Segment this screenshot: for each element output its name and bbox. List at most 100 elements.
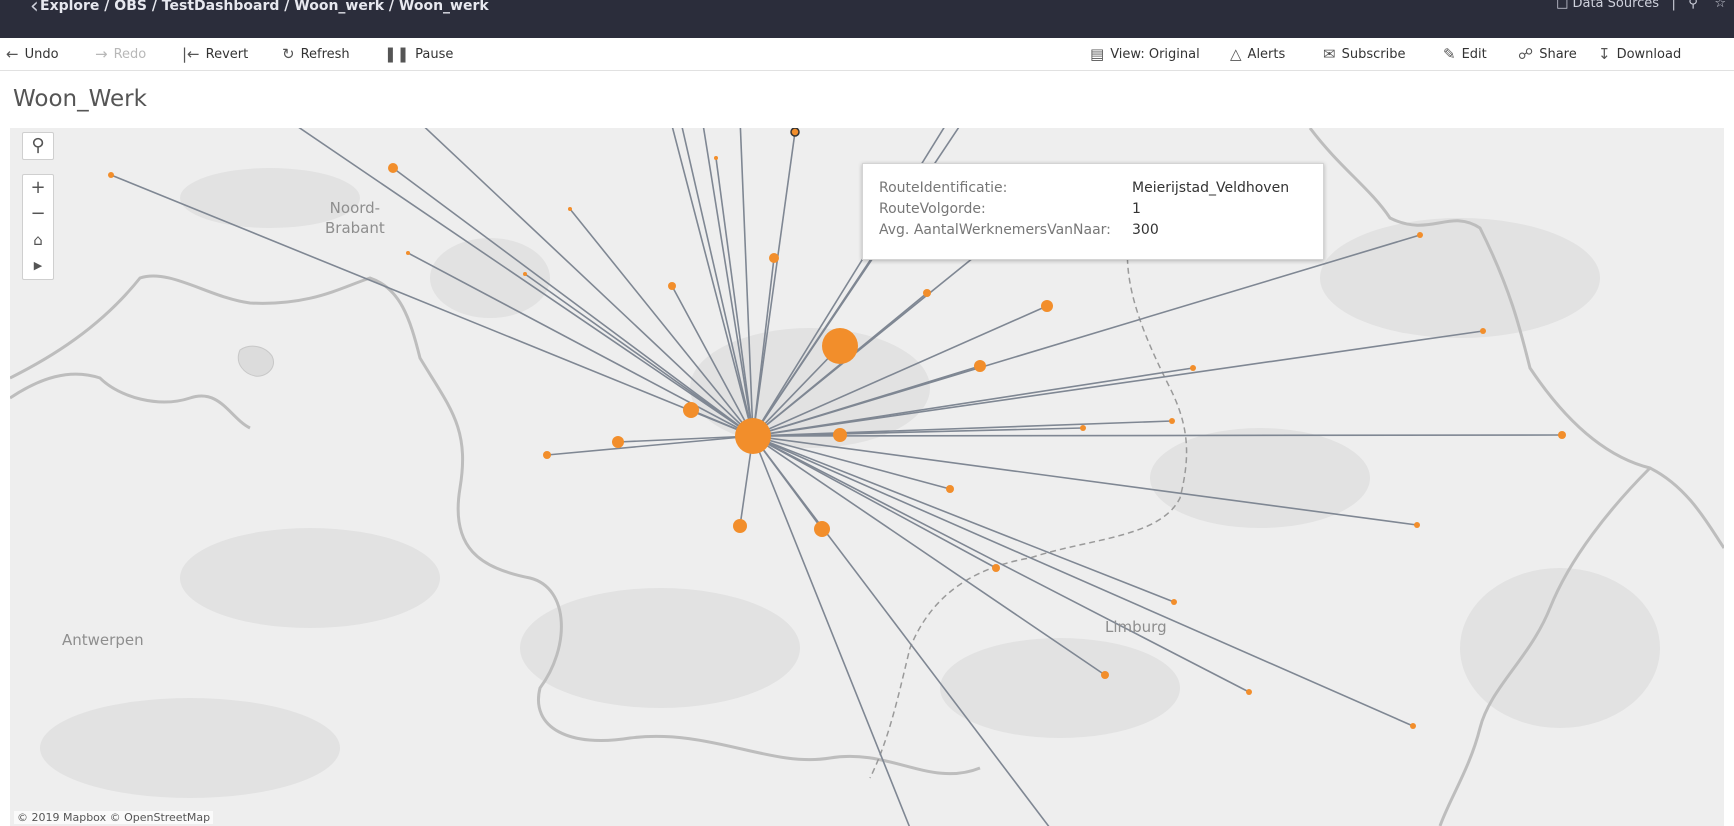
mail-plus-icon: ✉ — [1323, 45, 1336, 63]
route-line[interactable] — [407, 252, 754, 437]
tooltip-row: RouteIdentificatie: Meierijstad_Veldhoven — [879, 180, 1289, 196]
revert-icon: |← — [182, 45, 200, 63]
share-button[interactable]: ☍ Share — [1518, 45, 1577, 63]
favorite-star-icon[interactable]: ☆ — [1714, 0, 1726, 11]
route-marker[interactable] — [1410, 723, 1416, 729]
tooltip-value: Meierijstad_Veldhoven — [1132, 180, 1290, 196]
download-icon: ↧ — [1598, 45, 1611, 63]
route-marker[interactable] — [1414, 522, 1420, 528]
data-sources-button[interactable]: □ Data Sources | ⚲ ☆ — [1556, 0, 1726, 11]
route-line[interactable] — [752, 435, 1106, 676]
route-marker[interactable] — [814, 521, 830, 537]
top-navigation-bar: ‹ Explore / OBS / TestDashboard / Woon_w… — [0, 0, 1734, 38]
view-label: View: Original — [1110, 46, 1200, 62]
bell-icon: △ — [1230, 45, 1242, 63]
route-line[interactable] — [546, 435, 754, 456]
route-marker[interactable] — [568, 207, 572, 211]
refresh-icon: ↻ — [282, 45, 295, 63]
route-marker[interactable] — [833, 428, 847, 442]
share-label: Share — [1539, 46, 1577, 62]
route-marker[interactable] — [822, 328, 858, 364]
route-marker[interactable] — [946, 485, 954, 493]
route-marker[interactable] — [388, 163, 398, 173]
undo-button[interactable]: ← Undo — [6, 45, 59, 63]
route-line[interactable] — [617, 435, 754, 443]
map-label-antwerpen: Antwerpen — [62, 631, 144, 649]
pause-button[interactable]: ❚❚ Pause — [384, 45, 453, 63]
route-marker[interactable] — [1171, 599, 1177, 605]
back-arrow-icon[interactable]: ‹ — [30, 0, 39, 19]
revert-label: Revert — [205, 46, 249, 62]
pause-icon: ❚❚ — [384, 45, 410, 63]
route-marker[interactable] — [923, 289, 931, 297]
refresh-label: Refresh — [300, 46, 350, 62]
download-label: Download — [1616, 46, 1682, 62]
tooltip-row: RouteVolgorde: 1 — [879, 201, 1141, 217]
route-marker[interactable] — [1169, 418, 1175, 424]
route-marker[interactable] — [406, 251, 410, 255]
alerts-label: Alerts — [1247, 46, 1286, 62]
route-marker[interactable] — [733, 519, 747, 533]
route-marker[interactable] — [523, 272, 527, 276]
terrain-shading — [40, 168, 1660, 798]
search-icon[interactable]: ⚲ — [1688, 0, 1698, 11]
alerts-button[interactable]: △ Alerts — [1230, 45, 1285, 63]
zoom-in-icon[interactable]: + — [23, 175, 53, 201]
subscribe-button[interactable]: ✉ Subscribe — [1323, 45, 1405, 63]
route-line[interactable] — [752, 434, 1563, 437]
view-original-button[interactable]: ▤ View: Original — [1090, 45, 1200, 63]
route-marker[interactable] — [974, 360, 986, 372]
route-marker[interactable] — [683, 402, 699, 418]
breadcrumb[interactable]: Explore / OBS / TestDashboard / Woon_wer… — [40, 0, 489, 14]
route-line[interactable] — [752, 435, 997, 569]
route-marker[interactable] — [1080, 425, 1086, 431]
route-marker[interactable] — [668, 282, 676, 290]
pause-label: Pause — [415, 46, 454, 62]
tooltip-value: 1 — [1132, 201, 1141, 217]
route-marker[interactable] — [1480, 328, 1486, 334]
map-attribution[interactable]: © 2019 Mapbox © OpenStreetMap — [14, 811, 214, 824]
map-search-button[interactable]: ⚲ — [22, 132, 54, 160]
route-marker[interactable] — [1558, 431, 1566, 439]
undo-label: Undo — [24, 46, 59, 62]
route-line[interactable] — [569, 208, 754, 437]
hub-marker[interactable] — [735, 418, 771, 454]
route-marker[interactable] — [769, 253, 779, 263]
data-sources-label: Data Sources — [1572, 0, 1660, 11]
share-icon: ☍ — [1518, 45, 1534, 63]
home-icon[interactable]: ⌂ — [23, 227, 53, 253]
redo-button[interactable]: → Redo — [95, 45, 146, 63]
download-button[interactable]: ↧ Download — [1598, 45, 1681, 63]
refresh-button[interactable]: ↻ Refresh — [282, 45, 350, 63]
tooltip-row: Avg. AantalWerknemersVanNaar: 300 — [879, 222, 1159, 238]
subscribe-label: Subscribe — [1341, 46, 1406, 62]
revert-button[interactable]: |← Revert — [182, 45, 248, 63]
selected-route-marker[interactable] — [790, 128, 800, 137]
viz-toolbar: ← Undo → Redo |← Revert ↻ Refresh ❚❚ Pause ▤ V… — [0, 38, 1734, 71]
redo-label: Redo — [113, 46, 147, 62]
search-icon: ⚲ — [31, 135, 45, 156]
route-marker[interactable] — [543, 451, 551, 459]
route-marker[interactable] — [612, 436, 624, 448]
mark-tooltip: RouteIdentificatie: Meierijstad_Veldhoven… — [862, 163, 1324, 260]
tooltip-key: RouteIdentificatie: — [879, 180, 1008, 196]
route-marker[interactable] — [1417, 232, 1423, 238]
map-label-noord-brabant: Noord- Brabant — [325, 199, 385, 237]
route-marker[interactable] — [1190, 365, 1196, 371]
redo-arrow-icon: → — [95, 45, 108, 63]
undo-arrow-icon: ← — [6, 45, 19, 63]
map-zoom-controls: + − ⌂ ▶ — [22, 174, 54, 280]
play-icon[interactable]: ▶ — [23, 253, 53, 279]
route-marker[interactable] — [714, 156, 718, 160]
route-marker[interactable] — [1101, 671, 1109, 679]
route-marker[interactable] — [992, 564, 1000, 572]
edit-button[interactable]: ✎ Edit — [1443, 45, 1487, 63]
zoom-out-icon[interactable]: − — [23, 201, 53, 227]
pencil-icon: ✎ — [1443, 45, 1456, 63]
view-chart-icon: ▤ — [1090, 45, 1105, 63]
edit-label: Edit — [1461, 46, 1487, 62]
tooltip-key: Avg. AantalWerknemersVanNaar: — [879, 222, 1111, 238]
route-marker[interactable] — [1041, 300, 1053, 312]
route-marker[interactable] — [1246, 689, 1252, 695]
route-marker[interactable] — [108, 172, 114, 178]
